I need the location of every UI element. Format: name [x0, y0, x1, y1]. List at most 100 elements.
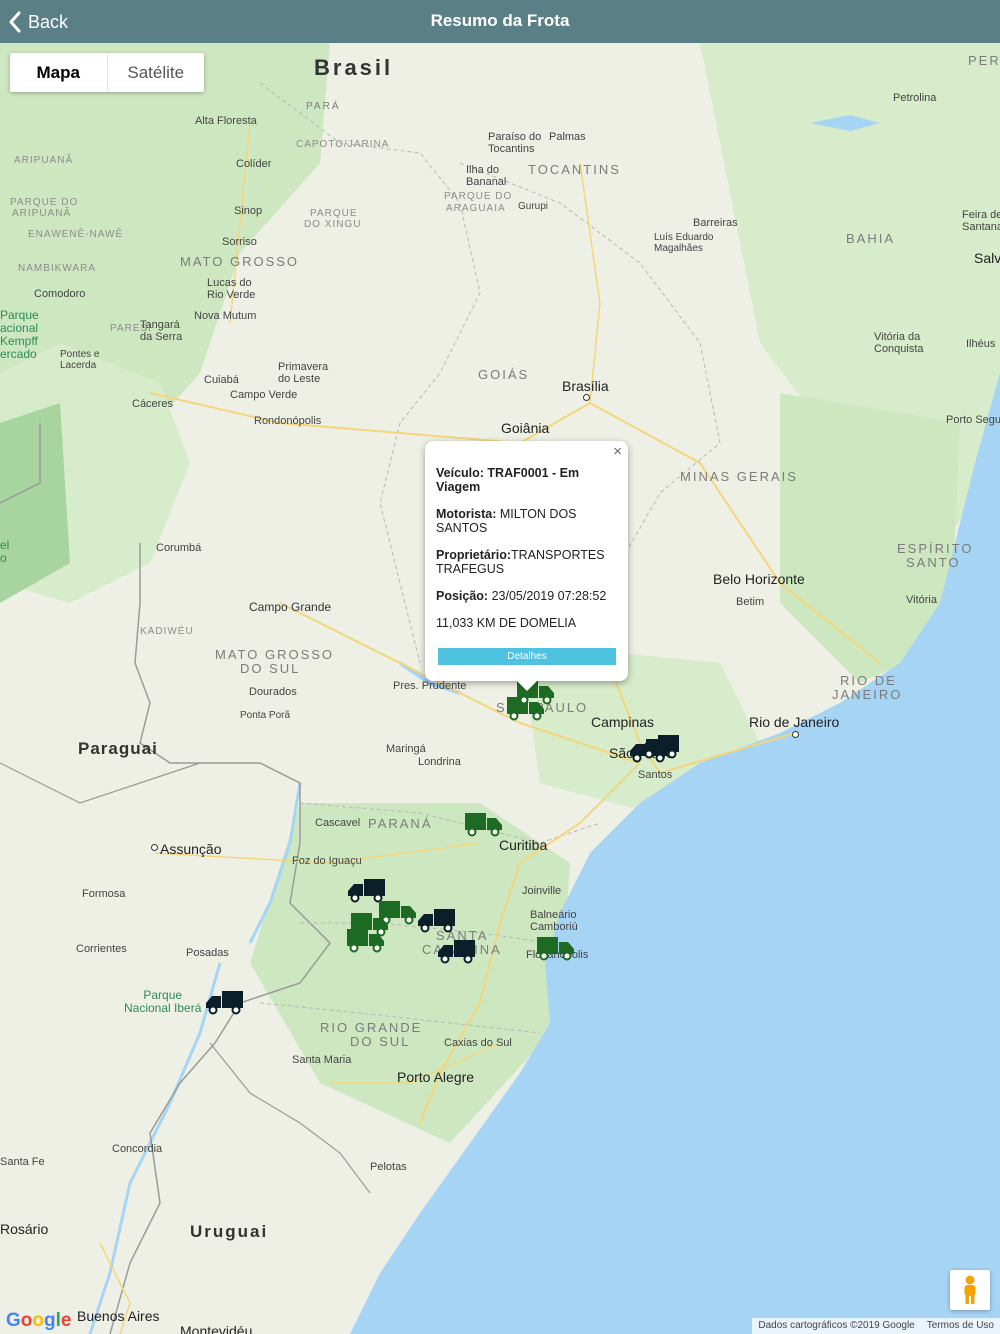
- vehicle-info-popup: × Veículo: TRAF0001 - Em Viagem Motorist…: [425, 441, 628, 691]
- city-label-vitoria: Vitória: [906, 594, 937, 606]
- city-label-barreiras: Barreiras: [693, 217, 738, 229]
- city-label-ilha: Ilha do Bananal: [466, 164, 507, 188]
- truck-marker[interactable]: [536, 933, 576, 961]
- close-icon[interactable]: ×: [613, 443, 622, 460]
- city-label-paraiso: Paraíso do Tocantins: [488, 131, 542, 155]
- city-label-joinville: Joinville: [522, 885, 562, 897]
- park-label-capoto: CAPOTO/JARINA: [296, 139, 390, 150]
- city-label-ilheus: Ilhéus: [966, 338, 996, 350]
- country-label-paraguai: Paraguai: [78, 739, 158, 758]
- street-view-pegman-button[interactable]: [950, 1270, 990, 1310]
- city-label-corumba: Corumbá: [156, 542, 202, 554]
- city-label-comodoro: Comodoro: [34, 288, 86, 300]
- city-label-pelotas: Pelotas: [370, 1161, 407, 1173]
- city-label-campinas: Campinas: [591, 714, 655, 730]
- city-label-rosario: Rosário: [0, 1221, 49, 1237]
- city-label-pontes: Pontes e Lacerda: [60, 349, 100, 371]
- state-label-ms-line2: DO SUL: [240, 661, 301, 676]
- popup-location: 11,033 KM DE DOMELIA: [436, 616, 577, 630]
- popup-driver-line: Motorista: MILTON DOS SANTOS: [436, 507, 617, 535]
- popup-driver-label: Motorista:: [436, 507, 497, 521]
- truck-marker[interactable]: [204, 987, 244, 1015]
- country-label-uruguai: Uruguai: [190, 1222, 269, 1241]
- city-label-buenos-aires: Buenos Aires: [77, 1308, 160, 1324]
- top-navigation-bar: Back Resumo da Frota: [0, 0, 1000, 43]
- park-label-araguaia-line2: ARAGUAIA: [446, 203, 506, 214]
- city-label-foz: Foz do Iguaçu: [292, 855, 362, 867]
- park-label-el: el o: [0, 538, 10, 565]
- park-label-aripuana-park-line2: ARIPUANÃ: [12, 208, 72, 219]
- city-label-londrina: Londrina: [418, 756, 461, 768]
- popup-vehicle-line: Veículo: TRAF0001 - Em Viagem: [436, 466, 617, 494]
- city-dot-assuncao: [151, 844, 158, 851]
- city-label-palmas: Palmas: [549, 131, 586, 143]
- park-label-nambikwara: NAMBIKWARA: [18, 263, 96, 274]
- state-label-rj-line2: JANEIRO: [832, 687, 903, 702]
- city-label-feira: Feira de Santana: [962, 209, 1000, 233]
- state-label-minas-gerais: MINAS GERAIS: [680, 469, 798, 484]
- city-label-nova-mutum: Nova Mutum: [194, 310, 257, 322]
- truck-marker[interactable]: [464, 809, 504, 837]
- city-label-formosa: Formosa: [82, 888, 126, 900]
- city-label-assuncao: Assunção: [160, 841, 222, 857]
- city-label-rio: Rio de Janeiro: [749, 714, 840, 730]
- city-label-primavera: Primavera do Leste: [278, 361, 329, 385]
- city-label-brasilia: Brasília: [562, 378, 609, 394]
- pegman-icon: [964, 1275, 976, 1304]
- country-label-peru: PER: [968, 53, 1000, 68]
- truck-marker[interactable]: [436, 936, 476, 964]
- city-label-rondonopolis: Rondonópolis: [254, 415, 322, 427]
- terms-of-use-link[interactable]: Termos de Uso: [927, 1320, 994, 1332]
- map-type-map-button[interactable]: Mapa: [10, 53, 107, 92]
- city-label-petrolina: Petrolina: [893, 92, 937, 104]
- popup-owner-label: Proprietário:: [436, 548, 512, 562]
- park-label-araguaia-line1: PARQUE DO: [444, 191, 513, 202]
- country-label-brasil: Brasil: [314, 55, 394, 80]
- state-label-rs-line2: DO SUL: [350, 1034, 411, 1049]
- city-label-curitiba: Curitiba: [499, 837, 548, 853]
- city-label-corrientes: Corrientes: [76, 943, 127, 955]
- city-label-sorriso: Sorriso: [222, 236, 257, 248]
- state-label-mato-grosso: MATO GROSSO: [180, 254, 300, 269]
- city-label-gurupi: Gurupi: [518, 201, 549, 212]
- city-label-porto-seguro: Porto Segu: [946, 414, 1000, 426]
- city-label-betim: Betim: [736, 596, 765, 608]
- city-label-goiania: Goiânia: [501, 420, 550, 436]
- state-label-ms-line1: MATO GROSSO: [215, 647, 335, 662]
- google-logo: Google: [6, 1310, 72, 1331]
- details-button[interactable]: Detalhes: [438, 648, 616, 665]
- park-label-kadiweu: KADIWÉU: [140, 626, 194, 637]
- page-title: Resumo da Frota: [430, 11, 570, 30]
- state-label-espirito-santo-line2: SANTO: [906, 555, 961, 570]
- city-label-dourados: Dourados: [249, 686, 297, 698]
- state-label-espirito-santo-line1: ESPÍRITO: [897, 541, 974, 556]
- city-dot-brasilia: [583, 394, 590, 401]
- park-label-aripuana-park-line1: PARQUE DO: [10, 197, 79, 208]
- city-label-santa-maria: Santa Maria: [292, 1054, 352, 1066]
- city-label-campo-grande: Campo Grande: [249, 600, 332, 614]
- map-type-toggle: Mapa Satélite: [10, 53, 204, 92]
- city-label-pres-prudente: Pres. Prudente: [393, 680, 467, 692]
- state-label-parana: PARANÁ: [368, 816, 433, 831]
- city-label-colider: Colíder: [236, 158, 272, 170]
- city-label-belo-horizonte: Belo Horizonte: [713, 571, 805, 587]
- popup-position-label: Posição:: [436, 589, 489, 603]
- park-label-aripuana: ARIPUANÃ: [14, 155, 74, 166]
- truck-marker[interactable]: [346, 925, 386, 953]
- map-type-satellite-button[interactable]: Satélite: [106, 53, 205, 92]
- city-label-vitoria-conquista: Vitória da Conquista: [874, 331, 924, 355]
- city-label-tangara: Tangará da Serra: [140, 319, 183, 343]
- truck-marker[interactable]: [416, 905, 456, 933]
- city-label-campo-verde: Campo Verde: [230, 389, 298, 401]
- city-label-concordia: Concordia: [112, 1143, 163, 1155]
- fleet-map[interactable]: Mapa Satélite Brasil Paraguai Uruguai PE…: [0, 43, 1000, 1334]
- city-label-santos: Santos: [638, 769, 673, 781]
- state-label-rs-line1: RIO GRANDE: [320, 1020, 423, 1035]
- truck-marker[interactable]: [640, 731, 680, 759]
- park-label-enawene: ENAWENÊ-NAWÊ: [28, 229, 124, 240]
- park-label-ibera: Parque Nacional Iberá: [124, 988, 202, 1015]
- map-data-attribution: Dados cartográficos ©2019 Google: [758, 1320, 915, 1331]
- popup-position-line: Posição: 23/05/2019 07:28:52: [436, 589, 617, 603]
- popup-position-value: 23/05/2019 07:28:52: [488, 589, 607, 603]
- popup-vehicle-label: Veículo:: [436, 466, 484, 480]
